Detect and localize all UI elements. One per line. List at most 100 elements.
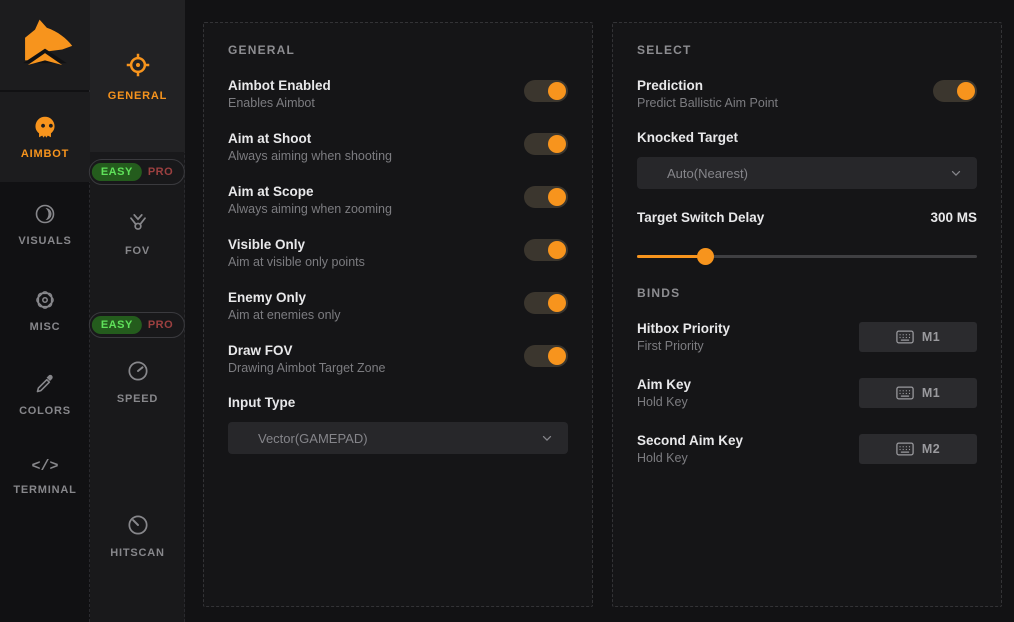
setting-row-prediction: Prediction Predict Ballistic Aim Point [637, 77, 977, 111]
gauge-icon [125, 358, 151, 384]
gear-icon [33, 288, 57, 312]
setting-description: Aim at enemies only [228, 307, 341, 323]
fov-icon [125, 210, 151, 236]
bind-description: Hold Key [637, 394, 691, 410]
easy-mode-badge[interactable]: EASY [92, 163, 142, 181]
toggle-knob [548, 188, 566, 206]
setting-label: Aim at Scope [228, 183, 392, 200]
tab-hitscan[interactable]: HITSCAN [90, 512, 185, 559]
bind-row-second-aim-key: Second Aim Key Hold Key M2 [637, 432, 977, 466]
tab-label: FOV [125, 245, 150, 257]
toggle-enemy-only[interactable] [524, 292, 568, 314]
pro-mode-badge[interactable]: PRO [142, 316, 182, 334]
keyboard-icon [896, 330, 914, 344]
toggle-aimbot-enabled[interactable] [524, 80, 568, 102]
skull-icon [32, 114, 58, 140]
input-type-value: Vector(GAMEPAD) [258, 431, 540, 446]
tab-fov[interactable]: FOV [90, 210, 185, 257]
chevron-down-icon [949, 166, 963, 180]
tab-label: SPEED [117, 393, 158, 405]
setting-description: Always aiming when zooming [228, 201, 392, 217]
knocked-target-dropdown[interactable]: Auto(Nearest) [637, 157, 977, 189]
keyboard-icon [896, 386, 914, 400]
toggle-knob [548, 135, 566, 153]
easy-pro-switch[interactable]: EASY PRO [89, 159, 185, 185]
target-switch-delay-slider[interactable] [637, 248, 977, 264]
contrast-icon [33, 202, 57, 226]
bind-key: M1 [922, 330, 940, 344]
timer-icon [125, 512, 151, 538]
tab-speed[interactable]: SPEED [90, 358, 185, 405]
setting-row-aim-at-shoot: Aim at Shoot Always aiming when shooting [228, 130, 568, 164]
general-panel: GENERAL Aimbot Enabled Enables Aimbot Ai… [203, 22, 593, 607]
tab-label: GENERAL [108, 90, 167, 102]
setting-label: Enemy Only [228, 289, 341, 306]
code-icon: </> [31, 458, 58, 475]
easy-mode-badge[interactable]: EASY [92, 316, 142, 334]
sidebar-item-misc[interactable]: MISC [0, 288, 90, 333]
sidebar-item-colors[interactable]: COLORS [0, 372, 90, 417]
tab-general[interactable]: GENERAL [90, 0, 185, 152]
toggle-knob [548, 294, 566, 312]
target-switch-delay-label: Target Switch Delay [637, 209, 764, 226]
content-area: GENERAL Aimbot Enabled Enables Aimbot Ai… [186, 0, 1014, 622]
bind-button-hitbox-priority[interactable]: M1 [859, 322, 977, 352]
keyboard-icon [896, 442, 914, 456]
section-title-select: SELECT [637, 43, 977, 57]
setting-row-draw-fov: Draw FOV Drawing Aimbot Target Zone [228, 342, 568, 376]
eyedropper-icon [33, 372, 57, 396]
setting-row-enemy-only: Enemy Only Aim at enemies only [228, 289, 568, 323]
toggle-draw-fov[interactable] [524, 345, 568, 367]
bind-button-second-aim-key[interactable]: M2 [859, 434, 977, 464]
main-sidebar: AIMBOT VISUALS MISC COLORS </> TERMINAL [0, 0, 90, 622]
bind-button-aim-key[interactable]: M1 [859, 378, 977, 408]
input-type-dropdown[interactable]: Vector(GAMEPAD) [228, 422, 568, 454]
sidebar-item-label: TERMINAL [13, 484, 76, 496]
input-type-label: Input Type [228, 395, 568, 410]
bind-description: Hold Key [637, 450, 743, 466]
slider-knob[interactable] [697, 248, 714, 265]
crosshair-icon [123, 50, 153, 80]
bind-row-hitbox-priority: Hitbox Priority First Priority M1 [637, 320, 977, 354]
bind-description: First Priority [637, 338, 730, 354]
toggle-visible-only[interactable] [524, 239, 568, 261]
bind-key: M2 [922, 442, 940, 456]
bind-label: Aim Key [637, 376, 691, 393]
setting-row-aimbot-enabled: Aimbot Enabled Enables Aimbot [228, 77, 568, 111]
target-switch-delay-row: Target Switch Delay 300 MS [637, 209, 977, 226]
app-logo[interactable] [0, 0, 90, 90]
setting-label: Aim at Shoot [228, 130, 392, 147]
section-title-binds: BINDS [637, 286, 977, 300]
toggle-aim-at-shoot[interactable] [524, 133, 568, 155]
sidebar-item-aimbot[interactable]: AIMBOT [0, 92, 90, 182]
sidebar-item-label: VISUALS [18, 235, 71, 247]
sidebar-item-label: AIMBOT [21, 148, 69, 160]
setting-description: Aim at visible only points [228, 254, 365, 270]
tab-label: HITSCAN [110, 547, 165, 559]
sub-sidebar: GENERAL EASY PRO FOV EASY PRO SPEED HITS… [90, 0, 185, 622]
bind-key: M1 [922, 386, 940, 400]
setting-description: Always aiming when shooting [228, 148, 392, 164]
setting-description: Enables Aimbot [228, 95, 331, 111]
toggle-knob [548, 347, 566, 365]
setting-description: Predict Ballistic Aim Point [637, 95, 778, 111]
knocked-target-label: Knocked Target [637, 130, 977, 145]
setting-label: Visible Only [228, 236, 365, 253]
slider-fill [637, 255, 705, 258]
sidebar-item-label: MISC [30, 321, 61, 333]
pro-mode-badge[interactable]: PRO [142, 163, 182, 181]
setting-row-visible-only: Visible Only Aim at visible only points [228, 236, 568, 270]
setting-description: Drawing Aimbot Target Zone [228, 360, 386, 376]
easy-pro-switch[interactable]: EASY PRO [89, 312, 185, 338]
section-title-general: GENERAL [228, 43, 568, 57]
toggle-prediction[interactable] [933, 80, 977, 102]
toggle-aim-at-scope[interactable] [524, 186, 568, 208]
toggle-knob [957, 82, 975, 100]
wolf-logo-icon [16, 16, 74, 74]
knocked-target-value: Auto(Nearest) [667, 166, 949, 181]
sidebar-item-terminal[interactable]: </> TERMINAL [0, 458, 90, 496]
sidebar-item-visuals[interactable]: VISUALS [0, 202, 90, 247]
setting-row-aim-at-scope: Aim at Scope Always aiming when zooming [228, 183, 568, 217]
target-switch-delay-value: 300 MS [930, 210, 977, 225]
setting-label: Prediction [637, 77, 778, 94]
